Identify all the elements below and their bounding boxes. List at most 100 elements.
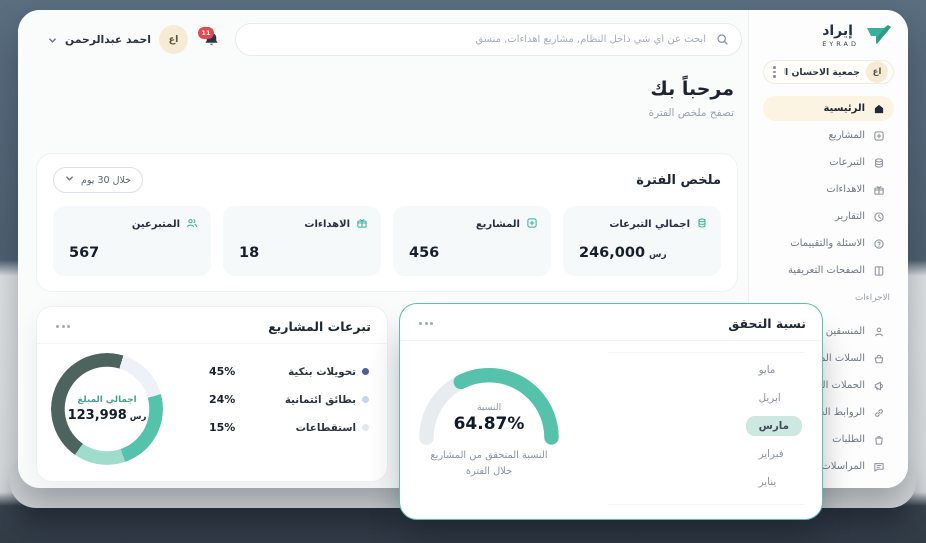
sidebar-section-actions: الاجراءات [767, 293, 890, 303]
stat-tile-gifts: الاهداءات 18 [223, 206, 381, 276]
donut-card-title: تبرعات المشاريع [268, 319, 371, 334]
gauge-label: النسبة [414, 402, 564, 413]
campaigns-icon [873, 380, 885, 392]
notifications-badge: 11 [198, 27, 214, 39]
donut-center: اجمالي المبلغ 123,998 رس [51, 353, 163, 465]
messages-icon [873, 461, 885, 473]
gifts-icon [873, 184, 885, 196]
sidebar-item-label: الصفحات التعريفية [788, 265, 865, 276]
app-logo: إيراد EYRAD [763, 24, 894, 48]
divider [608, 504, 804, 505]
sidebar-item-label: التقارير [835, 211, 865, 222]
legend-item: تحويلات بنكية 45% [209, 365, 369, 378]
desktop-backdrop: إيراد EYRAD اع جمعية الاحسان الخيرية الر… [0, 0, 926, 543]
sidebar-item-projects[interactable]: المشاريع [763, 123, 894, 148]
legend-dot [362, 368, 369, 375]
brand-logo-icon [866, 24, 892, 48]
legend-value: 45% [209, 365, 235, 378]
kebab-menu-icon[interactable] [771, 64, 778, 80]
period-summary-card: ملخص الفترة خلال 30 يوم اجمالي التبرعات … [36, 153, 738, 292]
search-icon [716, 33, 729, 46]
summary-card-title: ملخص الفترة [636, 173, 721, 188]
sidebar-item-donations[interactable]: التبرعات [763, 150, 894, 175]
currency-label: رس [649, 250, 667, 260]
month-option-april[interactable]: ابريل [746, 388, 794, 408]
stat-label: اجمالي التبرعات [609, 219, 690, 230]
organization-switcher[interactable]: اع جمعية الاحسان الخيرية [763, 60, 894, 84]
stat-value: 246,000 رس [576, 245, 708, 261]
period-select-button[interactable]: خلال 30 يوم [53, 167, 143, 193]
donut-legend: تحويلات بنكية 45% بطائق ائتمانية 24% است… [209, 365, 369, 434]
sidebar-item-pages[interactable]: الصفحات التعريفية [763, 258, 894, 283]
gift-icon [356, 217, 368, 232]
user-menu[interactable]: اع احمد عبدالرحمن [48, 25, 188, 54]
sidebar-item-questions[interactable]: الاسئلة والتقييمات [763, 231, 894, 256]
stat-tiles: اجمالي التبرعات 246,000 رس المشاريع 456 [53, 206, 721, 276]
box-icon [526, 217, 538, 232]
coins-icon [696, 217, 708, 232]
home-icon [873, 103, 885, 115]
pages-icon [873, 265, 885, 277]
reports-icon [873, 211, 885, 223]
currency-label: رس [130, 412, 147, 422]
sidebar-item-reports[interactable]: التقارير [763, 204, 894, 229]
sidebar-item-label: المراسلات [821, 461, 865, 472]
legend-item: بطائق ائتمانية 24% [209, 393, 369, 406]
organization-name: جمعية الاحسان الخيرية [784, 67, 861, 78]
chevron-down-icon [48, 30, 57, 49]
project-donations-card: تبرعات المشاريع اجمالي المبلغ 123,998 رس… [36, 306, 388, 482]
legend-item: استقطاعات 15% [209, 421, 369, 434]
users-icon [186, 217, 198, 232]
stat-value: 18 [236, 245, 368, 261]
more-menu-icon[interactable] [416, 319, 436, 328]
sidebar-item-label: الاسئلة والتقييمات [790, 238, 865, 249]
sidebar-item-label: الطلبات [832, 434, 865, 445]
stat-tile-total-donations: اجمالي التبرعات 246,000 رس [563, 206, 721, 276]
month-option-february[interactable]: فبراير [746, 444, 797, 464]
sidebar-item-label: التبرعات [829, 157, 865, 168]
projects-icon [873, 130, 885, 142]
user-avatar: اع [159, 25, 188, 54]
stat-value: 567 [66, 245, 198, 261]
month-option-march[interactable]: مارس [746, 416, 802, 436]
organization-avatar: اع [866, 61, 888, 83]
legend-dot [362, 396, 369, 403]
global-search[interactable] [235, 23, 742, 56]
page-title: مرحباً بك [649, 78, 734, 100]
divider [608, 352, 804, 353]
sidebar-item-home[interactable]: الرئيسية [763, 96, 894, 121]
gauge-description: النسبة المتحقق من المشاريع خلال الفترة [414, 448, 564, 480]
stat-label: الاهداءات [304, 219, 350, 230]
gauge-value: 64.87% [414, 414, 564, 434]
sidebar-item-label: المشاريع [828, 130, 865, 141]
notifications-button[interactable]: 11 [203, 31, 220, 48]
sidebar-item-gifts[interactable]: الاهداءات [763, 177, 894, 202]
search-input[interactable] [248, 33, 708, 46]
welcome-block: مرحباً بك تصفح ملخص الفترة [649, 78, 734, 119]
more-menu-icon[interactable] [53, 322, 73, 331]
legend-value: 24% [209, 393, 235, 406]
period-select-label: خلال 30 يوم [81, 175, 131, 186]
topbar: 11 اع احمد عبدالرحمن [18, 10, 748, 68]
stat-tile-projects: المشاريع 456 [393, 206, 551, 276]
stat-tile-donors: المتبرعين 567 [53, 206, 211, 276]
month-option-january[interactable]: يناير [746, 472, 790, 492]
user-name: احمد عبدالرحمن [65, 33, 151, 46]
month-option-may[interactable]: مايو [746, 360, 789, 380]
stat-label: المتبرعين [132, 219, 180, 230]
stat-label: المشاريع [476, 219, 520, 230]
page-subtitle: تصفح ملخص الفترة [649, 107, 734, 119]
brand-name-en: EYRAD [822, 40, 859, 48]
questions-icon [873, 238, 885, 250]
orders-icon [873, 434, 885, 446]
sidebar-nav-main: الرئيسية المشاريع التبرعات الاهداءات الت… [763, 96, 894, 283]
donut-center-value: 123,998 رس [68, 408, 147, 423]
month-filter-list: مايو ابريل مارس فبراير يناير [746, 360, 802, 492]
chevron-down-icon [65, 174, 74, 186]
verification-rate-card: نسبة التحقق النسبة 64.87% النسبة المتحقق… [399, 303, 823, 520]
stat-value: 456 [406, 245, 538, 261]
legend-value: 15% [209, 421, 235, 434]
legend-dot [362, 424, 369, 431]
brand-name-ar: إيراد [822, 24, 853, 38]
donut-center-label: اجمالي المبلغ [77, 395, 136, 405]
